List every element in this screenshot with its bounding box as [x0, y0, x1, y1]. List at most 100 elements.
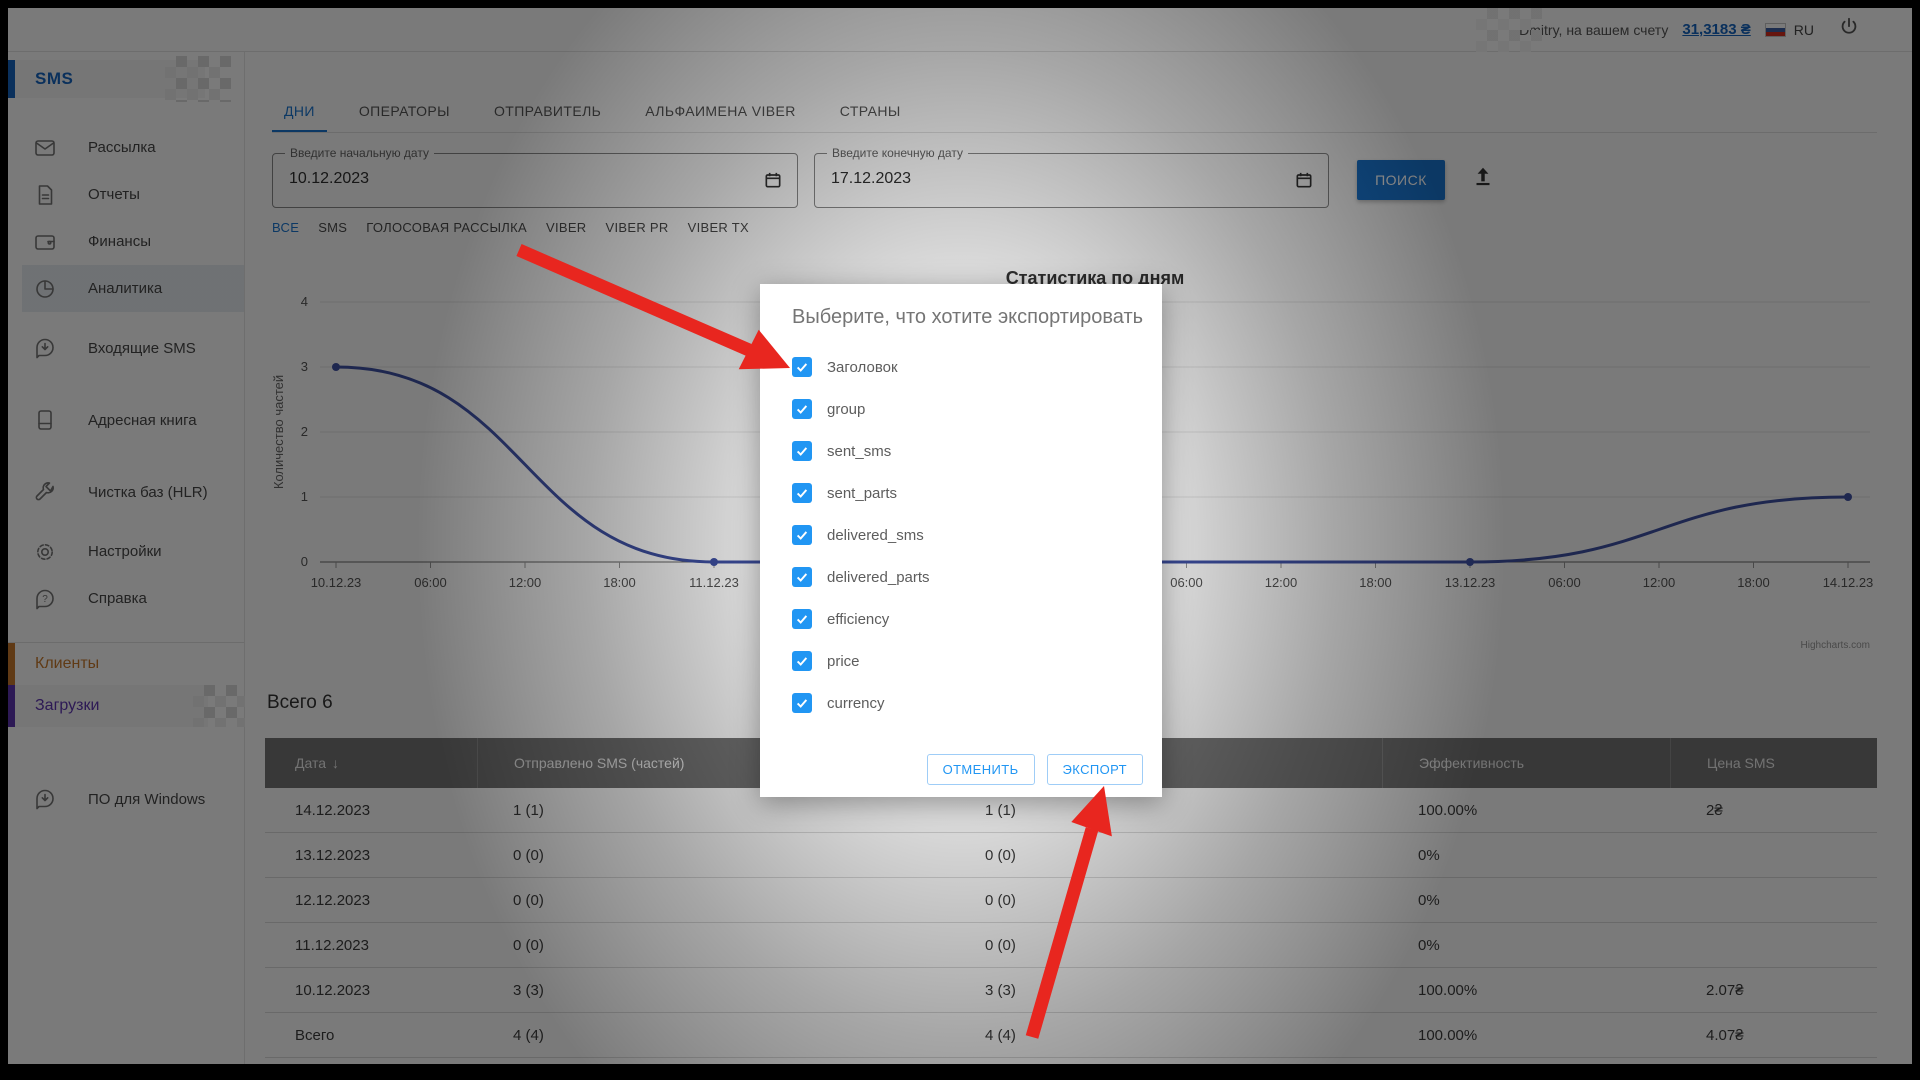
cancel-button[interactable]: ОТМЕНИТЬ — [927, 754, 1035, 785]
sidebar-item-отчеты[interactable]: Отчеты — [8, 171, 244, 218]
export-option-label: delivered_parts — [827, 569, 930, 586]
export-option-label: sent_parts — [827, 485, 897, 502]
channel-filter-bar: ВСЕ SMS ГОЛОСОВАЯ РАССЫЛКА VIBER VIBER PR VIB… — [272, 220, 749, 235]
channel-filter-viber-pr[interactable]: VIBER PR — [606, 220, 669, 235]
export-option-group[interactable]: group — [792, 388, 1142, 430]
sidebar-link-downloads[interactable]: Загрузки — [8, 685, 208, 727]
export-option-delivered_parts[interactable]: delivered_parts — [792, 556, 1142, 598]
checkbox-checked-icon[interactable] — [792, 357, 812, 377]
sidebar-item-label: ПО для Windows — [88, 789, 213, 810]
svg-text:4: 4 — [301, 294, 308, 309]
export-option-efficiency[interactable]: efficiency — [792, 598, 1142, 640]
sort-descending-icon[interactable]: ↓ — [332, 755, 339, 771]
export-option-sent_parts[interactable]: sent_parts — [792, 472, 1142, 514]
checkbox-checked-icon[interactable] — [792, 693, 812, 713]
sidebar-item-финансы[interactable]: Финансы — [8, 218, 244, 265]
channel-filter-все[interactable]: ВСЕ — [272, 220, 299, 235]
sidebar-item-настройки[interactable]: Настройки — [8, 528, 244, 575]
tab-операторы[interactable]: ОПЕРАТОРЫ — [347, 92, 462, 132]
ru-flag-icon — [1765, 23, 1786, 37]
start-date-field[interactable]: Введите начальную дату 10.12.2023 — [272, 153, 798, 208]
tab-дни[interactable]: ДНИ — [272, 92, 327, 132]
modal-title: Выберите, что хотите экспортировать — [792, 306, 1143, 329]
channel-filter-голосовая-рассылка[interactable]: ГОЛОСОВАЯ РАССЫЛКА — [366, 220, 527, 235]
export-option-label: currency — [827, 695, 885, 712]
export-option-sent_sms[interactable]: sent_sms — [792, 430, 1142, 472]
channel-filter-viber[interactable]: VIBER — [546, 220, 587, 235]
channel-filter-sms[interactable]: SMS — [318, 220, 347, 235]
pixel-decoration — [165, 56, 231, 102]
language-label[interactable]: RU — [1794, 22, 1814, 38]
export-modal: Выберите, что хотите экспортировать Заго… — [760, 284, 1162, 797]
table-cell: 10.12.2023 — [265, 968, 477, 1012]
table-cell: 0% — [1382, 878, 1670, 922]
checkbox-checked-icon[interactable] — [792, 441, 812, 461]
export-option-label: price — [827, 653, 860, 670]
svg-text:18:00: 18:00 — [1359, 575, 1392, 590]
svg-text:18:00: 18:00 — [603, 575, 636, 590]
table-cell: 100.00% — [1382, 1013, 1670, 1057]
start-date-value[interactable]: 10.12.2023 — [289, 170, 369, 188]
pie-chart-icon — [33, 277, 57, 301]
calendar-icon[interactable] — [1294, 170, 1314, 195]
sidebar-item-label: Адресная книга — [88, 410, 213, 431]
end-date-field[interactable]: Введите конечную дату 17.12.2023 — [814, 153, 1329, 208]
sidebar-item-адресная-книга[interactable]: Адресная книга — [8, 384, 244, 456]
table-cell: 3 (3) — [477, 968, 940, 1012]
end-date-value[interactable]: 17.12.2023 — [831, 170, 911, 188]
channel-filter-viber-tx[interactable]: VIBER TX — [688, 220, 749, 235]
checkbox-checked-icon[interactable] — [792, 525, 812, 545]
balance-link[interactable]: 31,3183 ₴ — [1682, 21, 1750, 38]
sidebar-item-label: Чистка баз (HLR) — [88, 482, 213, 503]
table-cell — [1670, 878, 1877, 922]
table-cell: 0 (0) — [940, 833, 1382, 877]
checkbox-checked-icon[interactable] — [792, 651, 812, 671]
sidebar-section-sms[interactable]: SMS — [8, 60, 205, 98]
start-date-label: Введите начальную дату — [285, 146, 434, 160]
sidebar-links: КлиентыЗагрузки — [8, 643, 244, 727]
top-bar: Dmitry, на вашем счету 31,3183 ₴ RU — [8, 8, 1912, 52]
sidebar-item-аналитика[interactable]: Аналитика — [22, 265, 244, 312]
export-option-price[interactable]: price — [792, 640, 1142, 682]
checkbox-checked-icon[interactable] — [792, 609, 812, 629]
table-cell: 0 (0) — [477, 878, 940, 922]
export-upload-icon[interactable] — [1470, 164, 1496, 195]
column-header-1[interactable]: Дата↓ — [265, 738, 477, 788]
export-option-currency[interactable]: currency — [792, 682, 1142, 724]
sidebar-item-label: Входящие SMS — [88, 338, 213, 359]
pixel-decoration — [193, 685, 248, 727]
column-header-5: Цена SMS — [1670, 738, 1877, 788]
checkbox-checked-icon[interactable] — [792, 483, 812, 503]
table-row: 12.12.20230 (0)0 (0)0% — [265, 878, 1877, 923]
sidebar-item-label: Финансы — [88, 231, 213, 252]
power-icon[interactable] — [1838, 16, 1860, 43]
sidebar-bottom: ПО для Windows — [8, 763, 244, 835]
app-window: Dmitry, на вашем счету 31,3183 ₴ RU SMS … — [8, 8, 1912, 1064]
table-cell: 0% — [1382, 923, 1670, 967]
sidebar-item-po-dlya-windows[interactable]: ПО для Windows — [8, 763, 244, 835]
svg-text:1: 1 — [301, 489, 308, 504]
search-button[interactable]: ПОИСК — [1357, 160, 1445, 200]
tab-отправитель[interactable]: ОТПРАВИТЕЛЬ — [482, 92, 613, 132]
calendar-icon[interactable] — [763, 170, 783, 195]
export-option-delivered_sms[interactable]: delivered_sms — [792, 514, 1142, 556]
wallet-icon — [33, 230, 57, 254]
export-option-заголовок[interactable]: Заголовок — [792, 346, 1142, 388]
svg-text:11.12.23: 11.12.23 — [689, 575, 739, 590]
export-button[interactable]: ЭКСПОРТ — [1047, 754, 1143, 785]
sidebar-item-справка[interactable]: ?Справка — [8, 575, 244, 622]
svg-text:3: 3 — [301, 359, 308, 374]
sidebar-item-рассылка[interactable]: Рассылка — [8, 124, 244, 171]
table-row: 13.12.20230 (0)0 (0)0% — [265, 833, 1877, 878]
sidebar-item-чистка-баз-hlr-[interactable]: Чистка баз (HLR) — [8, 456, 244, 528]
checkbox-checked-icon[interactable] — [792, 567, 812, 587]
tab-альфаимена-viber[interactable]: АЛЬФАИМЕНА VIBER — [633, 92, 808, 132]
sidebar-item-label: Справка — [88, 588, 213, 609]
checkbox-checked-icon[interactable] — [792, 399, 812, 419]
sidebar-link-clients[interactable]: Клиенты — [8, 643, 244, 685]
sidebar-item-входящие-sms[interactable]: Входящие SMS — [8, 312, 244, 384]
tab-страны[interactable]: СТРАНЫ — [828, 92, 913, 132]
table-cell: 0 (0) — [940, 878, 1382, 922]
modal-actions: ОТМЕНИТЬ ЭКСПОРТ — [927, 754, 1143, 785]
svg-text:13.12.23: 13.12.23 — [1445, 575, 1496, 590]
